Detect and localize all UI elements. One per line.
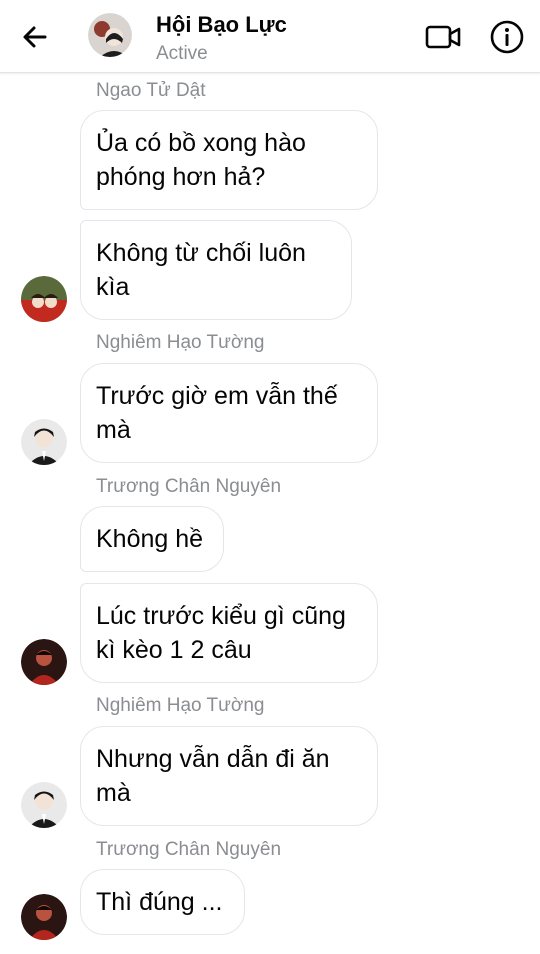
- back-button[interactable]: [18, 20, 52, 54]
- avatar[interactable]: [21, 276, 67, 322]
- message-bubble[interactable]: Không từ chối luôn kìa: [80, 220, 352, 320]
- avatar[interactable]: [21, 419, 67, 465]
- active-status: Active: [156, 43, 208, 64]
- video-call-button[interactable]: [424, 20, 462, 54]
- info-button[interactable]: [489, 19, 525, 55]
- message-bubble[interactable]: Ủa có bồ xong hào phóng hơn hả?: [80, 110, 378, 210]
- avatar[interactable]: [21, 639, 67, 685]
- sender-name: Nghiêm Hạo Tường: [96, 332, 265, 353]
- message-bubble[interactable]: Trước giờ em vẫn thế mà: [80, 363, 378, 463]
- conversation-title: Hội Bạo Lực: [156, 12, 287, 37]
- avatar[interactable]: [21, 782, 67, 828]
- sender-name: Trương Chân Nguyên: [96, 476, 282, 497]
- message-bubble[interactable]: Nhưng vẫn dẫn đi ăn mà: [80, 726, 378, 826]
- message-bubble[interactable]: Không hề: [80, 506, 224, 572]
- conversation-header: Hội Bạo Lực Active: [0, 0, 540, 73]
- info-icon: [490, 20, 524, 54]
- video-call-icon: [425, 25, 461, 49]
- sender-name: Trương Chân Nguyên: [96, 839, 282, 860]
- avatar[interactable]: [21, 894, 67, 940]
- back-arrow-icon: [23, 26, 47, 48]
- message-bubble[interactable]: Thì đúng ...: [80, 869, 245, 935]
- group-avatar[interactable]: [88, 13, 132, 57]
- sender-name: Ngao Tử Dật: [96, 80, 206, 101]
- message-list: Ngao Tử Dật Ủa có bồ xong hào phóng hơn …: [0, 73, 540, 954]
- sender-name: Nghiêm Hạo Tường: [96, 695, 265, 716]
- message-bubble[interactable]: Lúc trước kiểu gì cũng kì kèo 1 2 câu: [80, 583, 378, 683]
